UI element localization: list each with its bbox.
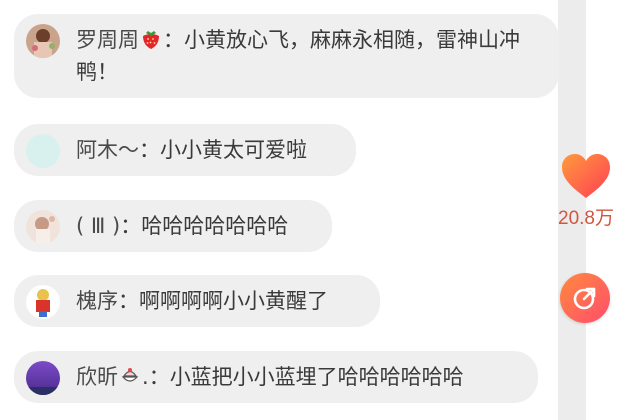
comment-item: 阿木～：小小黄太可爱啦 [14,124,356,176]
comment-separator: ： [139,138,160,162]
heart-icon[interactable] [560,152,612,200]
user-avatar[interactable] [26,210,60,244]
comment-text: 啊啊啊啊小小黄醒了 [139,289,328,313]
user-avatar[interactable] [26,285,60,319]
comment-separator: ： [148,365,170,389]
share-button[interactable] [560,273,610,323]
comment-username-suffix: . [142,365,149,389]
comment-separator: ： [163,28,184,52]
comment-text: 哈哈哈哈哈哈哈 [141,214,289,238]
comment-text: 小蓝把小小蓝埋了哈哈哈哈哈哈 [169,365,464,389]
comment-username[interactable]: 罗周周 [76,28,139,52]
comment-text: 小小黄太可爱啦 [160,138,307,162]
comment-username[interactable]: ( Ⅲ ) [76,214,120,238]
comment-username[interactable]: 阿木～ [76,138,139,162]
comment-item: ( Ⅲ )：哈哈哈哈哈哈哈 [14,200,332,252]
share-arrow-icon [573,287,596,310]
like-control[interactable]: 20.8万 [554,152,618,230]
comment-username[interactable]: 欣昕 [76,365,118,389]
user-avatar[interactable] [26,134,60,168]
strawberry-icon [143,31,159,49]
shaved-ice-icon [121,368,139,382]
comment-item: 欣昕 .：小蓝把小小蓝埋了哈哈哈哈哈哈 [14,351,538,403]
comment-separator: ： [118,289,139,313]
comment-username[interactable]: 槐序 [76,289,118,313]
comment-item: 槐序：啊啊啊啊小小黄醒了 [14,275,380,327]
user-avatar[interactable] [26,361,60,395]
like-count: 20.8万 [558,208,614,229]
user-avatar[interactable] [26,24,60,58]
comment-item: 罗周周 ：小黄放心飞，麻麻永相随，雷神山冲鸭！ [14,14,559,98]
comment-separator: ： [120,214,142,238]
